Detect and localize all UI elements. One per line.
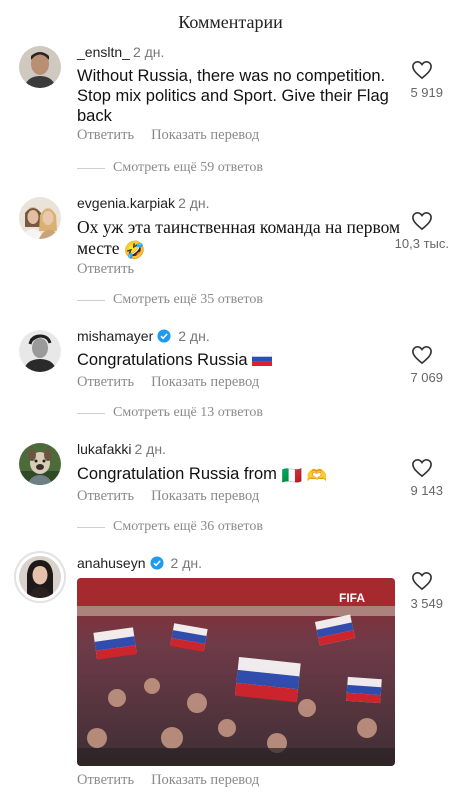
comment-actions: Ответить Показать перевод (77, 488, 259, 505)
reply-button[interactable]: Ответить (77, 127, 134, 143)
comment-text: Congratulation Russia from 🇮🇹 🫶 (77, 464, 397, 486)
comment-actions: Ответить Показать перевод (77, 374, 259, 391)
avatar[interactable] (19, 556, 61, 598)
replies-divider (77, 526, 105, 528)
heart-icon[interactable] (411, 571, 433, 591)
media-watermark: FIFA (339, 591, 365, 605)
view-replies-label: Смотреть ещё 13 ответов (113, 405, 263, 420)
view-replies-button[interactable]: Смотреть ещё 59 ответов (77, 160, 263, 176)
heart-icon[interactable] (411, 458, 433, 478)
translate-button[interactable]: Показать перевод (151, 127, 259, 143)
page-title: Комментарии (178, 11, 283, 32)
avatar[interactable] (19, 330, 61, 372)
comment-text-body: Congratulation Russia from (77, 465, 277, 483)
username[interactable]: _ensltn_ (77, 44, 130, 60)
username[interactable]: anahuseyn (77, 555, 146, 571)
like-count: 5 919 (410, 85, 443, 100)
reply-button[interactable]: Ответить (77, 772, 134, 788)
like-count: 3 549 (410, 596, 443, 611)
avatar[interactable] (19, 443, 61, 485)
comment-meta: _ensltn_ 2 дн. (77, 44, 164, 60)
timestamp: 2 дн. (134, 441, 166, 457)
comment-actions: Ответить (77, 261, 134, 278)
translate-button[interactable]: Показать перевод (151, 772, 259, 788)
timestamp: 2 дн. (178, 195, 210, 211)
comment-gif[interactable]: FIFA (77, 578, 395, 766)
comment-actions: Ответить Показать перевод (77, 772, 259, 789)
view-replies-button[interactable]: Смотреть ещё 35 ответов (77, 292, 263, 308)
reply-button[interactable]: Ответить (77, 374, 134, 390)
translate-button[interactable]: Показать перевод (151, 374, 259, 390)
replies-divider (77, 299, 105, 301)
heart-icon[interactable] (411, 345, 433, 365)
view-replies-label: Смотреть ещё 36 ответов (113, 519, 263, 534)
view-replies-button[interactable]: Смотреть ещё 36 ответов (77, 519, 263, 535)
verified-badge-icon (149, 556, 164, 570)
avatar[interactable] (19, 46, 61, 88)
italy-flag-heart-hands-emoji: 🇮🇹 🫶 (281, 467, 328, 485)
laughing-emoji: 🤣 (123, 240, 146, 260)
username[interactable]: mishamayer (77, 328, 153, 344)
comment-meta: anahuseyn 2 дн. (77, 555, 202, 571)
comment-text-body: Congratulations Russia (77, 351, 248, 369)
stadium-crowd-image: FIFA (77, 578, 395, 766)
translate-button[interactable]: Показать перевод (151, 488, 259, 504)
timestamp: 2 дн. (132, 44, 165, 60)
like-count: 9 143 (410, 483, 443, 498)
comment-text: Congratulations Russia (77, 350, 397, 370)
view-replies-label: Смотреть ещё 35 ответов (113, 292, 263, 307)
comment-actions: Ответить Показать перевод (77, 127, 259, 144)
comment-text: Without Russia, there was no competition… (77, 67, 389, 125)
replies-divider (77, 167, 105, 169)
like-count: 10,3 тыс. (394, 236, 449, 251)
russian-flag-icon (252, 352, 273, 366)
reply-button[interactable]: Ответить (77, 488, 134, 504)
timestamp: 2 дн. (170, 555, 202, 571)
view-replies-label: Смотреть ещё 59 ответов (113, 160, 263, 175)
replies-divider (77, 412, 105, 414)
comment-meta: mishamayer 2 дн. (77, 328, 210, 344)
username[interactable]: evgenia.karpiak (77, 195, 175, 211)
heart-icon[interactable] (411, 60, 433, 80)
username[interactable]: lukafakki (77, 441, 131, 457)
comments-header: Комментарии (0, 0, 461, 44)
like-count: 7 069 (410, 370, 443, 385)
comment-meta: lukafakki 2 дн. (77, 441, 166, 457)
view-replies-button[interactable]: Смотреть ещё 13 ответов (77, 405, 263, 421)
verified-badge-icon (157, 329, 171, 343)
reply-button[interactable]: Ответить (77, 261, 134, 277)
avatar[interactable] (19, 197, 61, 239)
comment-text: Ох уж эта таинственная команда на первом… (77, 217, 407, 261)
timestamp: 2 дн. (178, 328, 210, 344)
comment-meta: evgenia.karpiak 2 дн. (77, 195, 210, 211)
heart-icon[interactable] (411, 211, 433, 231)
